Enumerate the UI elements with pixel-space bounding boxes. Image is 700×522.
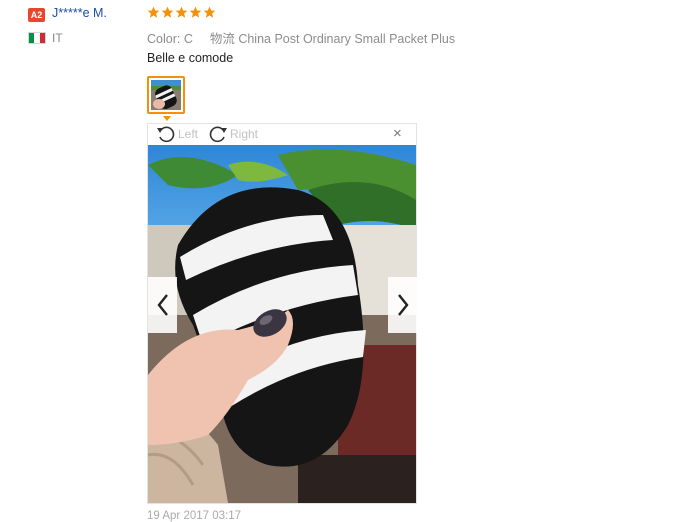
review-date: 19 Apr 2017 03:17 [147,510,241,522]
star-icon [203,6,216,18]
order-info: Color: C 物流 China Post Ordinary Small Pa… [147,28,455,47]
reviewer-country: IT [52,31,63,45]
buyer-level-badge: A2 [28,8,45,22]
star-icon [175,6,188,18]
rotate-left-icon [157,126,175,143]
review-photo [148,145,416,503]
rotate-left-label: Left [178,127,199,141]
rotate-right-button[interactable]: Right [208,124,258,144]
next-photo-button[interactable] [388,277,417,333]
color-label: Color: [147,32,181,46]
reviewer-name[interactable]: J*****e M. [52,6,107,20]
star-rating [147,6,216,19]
shipping-value: China Post Ordinary Small Packet Plus [238,32,456,46]
star-icon [147,6,160,18]
shipping-label: 物流 [209,32,235,46]
chevron-right-icon [397,294,409,316]
italy-flag-icon [28,32,46,44]
review-photo-thumbnail[interactable] [147,76,185,114]
star-icon [189,6,202,18]
chevron-left-icon [156,294,168,316]
previous-photo-button[interactable] [148,277,177,333]
rotate-right-label: Right [230,127,259,141]
rotate-right-icon [209,126,227,143]
thumbnail-image [151,80,181,110]
color-value: C [183,32,193,46]
socks-photo-image [148,145,416,503]
review-text: Belle e comode [147,51,234,65]
rotate-left-button[interactable]: Left [156,124,198,144]
thumbnail-pointer [163,116,171,121]
star-icon [161,6,174,18]
close-viewer-button[interactable]: × [393,124,402,144]
